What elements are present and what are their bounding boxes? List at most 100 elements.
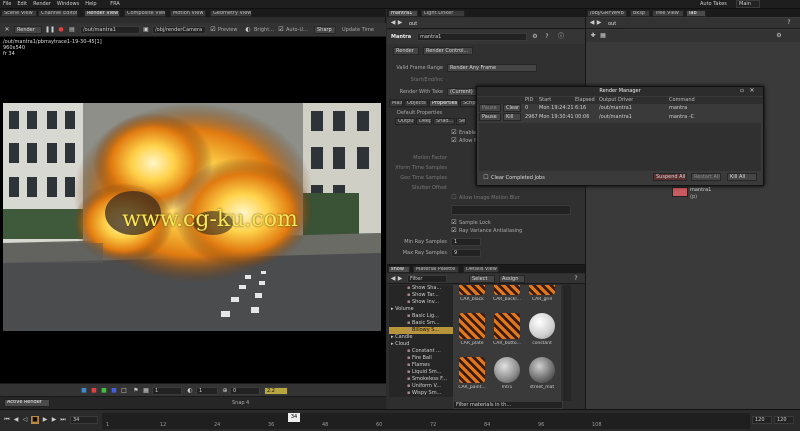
end-frame-field-2[interactable]: 120	[774, 416, 794, 424]
enable-checkbox[interactable]: ☑	[451, 130, 457, 136]
material-tree-item[interactable]: ▪ Show Inv...	[389, 299, 453, 306]
take-field[interactable]: Main	[736, 0, 760, 8]
restart-all-button[interactable]: Restart All	[691, 173, 721, 181]
material-tile[interactable]: CAR_black	[457, 285, 487, 311]
material-tree-item[interactable]: ▪ Basic Lig...	[389, 313, 453, 320]
frame-range-menu[interactable]: Render Any Frame	[447, 64, 537, 72]
channel-green-icon[interactable]: ■	[100, 387, 108, 395]
tab-lab[interactable]: lab	[686, 10, 706, 17]
material-scrollbar[interactable]	[563, 285, 571, 401]
tab-deep[interactable]: Deep	[416, 118, 432, 125]
channel-alpha-icon[interactable]: □	[120, 387, 128, 395]
menu-desktop[interactable]: FRA	[107, 0, 123, 9]
material-tree-item[interactable]: ▪ Show Sha...	[389, 285, 453, 292]
auto-update-checkbox[interactable]: ☑	[278, 26, 284, 34]
jump-start-icon[interactable]: ⏮	[4, 416, 10, 424]
close-icon[interactable]: ✕	[3, 26, 11, 34]
close-icon[interactable]: ✕	[749, 88, 755, 94]
step-back-icon[interactable]: ◀	[13, 416, 19, 424]
material-filter-field[interactable]: Filter materials in th...	[453, 401, 563, 409]
material-tile[interactable]: CAR_botto...	[492, 311, 522, 355]
tab-output[interactable]: Output	[395, 118, 415, 125]
active-render-tab[interactable]: Active Render	[4, 399, 50, 407]
forward-icon[interactable]: ▶	[397, 20, 403, 26]
render-viewport[interactable]: /out/mantra1/pbrraytrace1-19-30-45[1] 96…	[0, 37, 386, 383]
material-tile[interactable]: CAR_plate	[457, 311, 487, 355]
tab-details-view[interactable]: Details View	[463, 266, 499, 273]
clear-button[interactable]: Clear	[503, 104, 521, 112]
image-blur-checkbox[interactable]: ☐	[451, 195, 457, 201]
tab-scene-view[interactable]: Scene View	[1, 10, 37, 17]
snap-value[interactable]: 4	[246, 400, 249, 406]
material-tree-item[interactable]: ▪ Billowy S...	[389, 327, 453, 334]
min-ray-field[interactable]: 1	[451, 238, 481, 246]
blur-slider[interactable]	[451, 205, 571, 215]
tab-geometry-view[interactable]: Geometry View	[210, 10, 252, 17]
material-tree-item[interactable]: ▪ Fire Ball	[389, 355, 453, 362]
assign-button[interactable]: Assign	[499, 275, 525, 283]
help-icon[interactable]: ?	[786, 20, 792, 26]
minimize-icon[interactable]: ▫	[739, 88, 745, 94]
material-tile[interactable]: CAR_grill	[527, 285, 557, 311]
mantra-node[interactable]	[672, 187, 688, 197]
layout-icon[interactable]: ▦	[600, 33, 606, 39]
menu-edit[interactable]: Edit	[14, 0, 30, 9]
ray-variance-checkbox[interactable]: ☑	[451, 228, 457, 234]
zoom-field[interactable]: 0	[230, 387, 260, 395]
render-path-field[interactable]: /out/mantra1	[80, 26, 140, 34]
pause-icon[interactable]: ❚❚	[45, 26, 55, 34]
image-icon[interactable]: ▦	[142, 387, 150, 395]
material-tree-item[interactable]: ▸ Candle	[389, 334, 453, 341]
channel-red-icon[interactable]: ■	[90, 387, 98, 395]
menu-help[interactable]: Help	[82, 0, 99, 9]
channel-blue-icon[interactable]: ■	[110, 387, 118, 395]
sharp-button[interactable]: Sharp	[314, 26, 336, 34]
play-icon[interactable]: ▶	[42, 416, 48, 424]
material-tile[interactable]: mtr1	[492, 355, 522, 399]
help-icon[interactable]: ?	[573, 276, 579, 282]
material-tile[interactable]: constant	[527, 311, 557, 355]
material-tree-item[interactable]: ▪ Basic Sm...	[389, 320, 453, 327]
exposure-field[interactable]: 2.2	[264, 387, 288, 395]
frame-value-field[interactable]: 1	[152, 387, 182, 395]
material-tile[interactable]: CAR_paint...	[457, 355, 487, 399]
tab-tree-view[interactable]: Tree View	[652, 10, 684, 17]
max-ray-field[interactable]: 9	[451, 249, 481, 257]
pause-button[interactable]: Pause	[479, 113, 501, 121]
pause-button[interactable]: Pause	[479, 104, 501, 112]
brightness-icon[interactable]: ◐	[244, 26, 252, 34]
brightness-value-field[interactable]: 1	[196, 387, 218, 395]
sample-lock-checkbox[interactable]: ☑	[451, 220, 457, 226]
tab-material-palette[interactable]: Material Palette	[413, 266, 459, 273]
tab-render-view[interactable]: Render View	[84, 10, 120, 17]
tab-light-linker[interactable]: Light Linker	[421, 10, 465, 17]
suspend-all-button[interactable]: Suspend All	[653, 173, 687, 181]
current-frame-field[interactable]: 34	[70, 416, 98, 424]
mantra-render-button[interactable]: Render	[393, 47, 419, 55]
network-path-label[interactable]: out	[608, 21, 616, 27]
render-button[interactable]: Render	[14, 26, 42, 34]
material-tree-item[interactable]: ▪ Smokeless F...	[389, 376, 453, 383]
info-icon[interactable]: ⓘ	[557, 33, 565, 41]
tab-obj-grfwmb[interactable]: /obj/GRFWMB	[587, 10, 627, 17]
timeline-track[interactable]: 34 1 12 24 36 48 60 72 84 96 108	[102, 413, 750, 429]
stop-icon[interactable]: ■	[31, 416, 39, 424]
material-tree-item[interactable]: ▪ Constant ...	[389, 348, 453, 355]
allow-checkbox[interactable]: ☑	[451, 138, 457, 144]
menu-windows[interactable]: Windows	[54, 0, 82, 9]
contrast-icon[interactable]: ◐	[186, 387, 194, 395]
back-icon[interactable]: ◀	[589, 20, 595, 26]
tab-channel-editor[interactable]: Channel Editor	[38, 10, 78, 17]
tool-icon[interactable]: ✚	[590, 33, 596, 39]
help-icon[interactable]: ?	[543, 33, 551, 41]
tab-sampling[interactable]: Se	[456, 118, 466, 125]
tab-shading[interactable]: Shad...	[433, 118, 455, 125]
file-icon[interactable]: ▤	[68, 26, 76, 34]
material-tree-item[interactable]: ▸ Cloud	[389, 341, 453, 348]
palette-filter-field[interactable]: Filter	[407, 275, 447, 283]
tab-objects[interactable]: Objects	[404, 100, 428, 107]
mid-path-label[interactable]: out	[409, 21, 417, 27]
camera-icon[interactable]: ▣	[142, 26, 150, 34]
zoom-icon[interactable]: ⊕	[222, 387, 228, 395]
gear-icon[interactable]: ⚙	[531, 33, 539, 41]
